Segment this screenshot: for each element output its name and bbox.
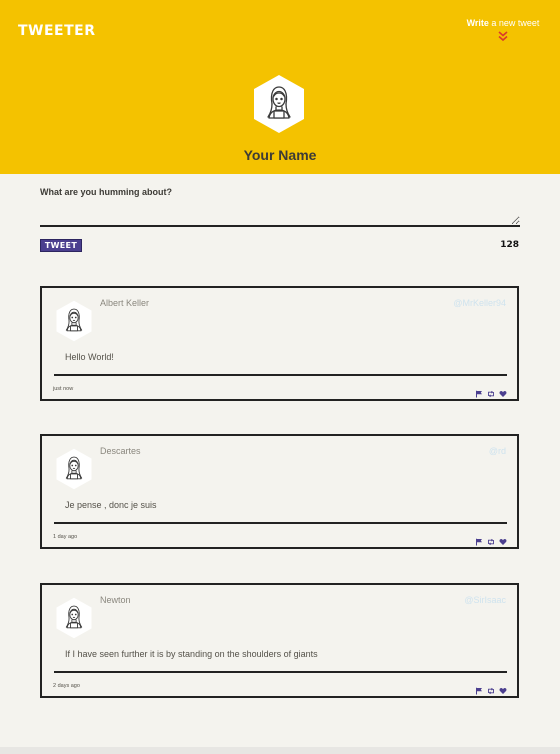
tweet-actions bbox=[475, 385, 507, 398]
heart-icon[interactable] bbox=[499, 682, 507, 694]
profile-header: TWEETER Write a new tweet Your Name bbox=[0, 0, 560, 174]
tweet-author-name: Descartes bbox=[100, 446, 141, 456]
tweet-card: Descartes @rd Je pense , donc je suis 1 … bbox=[40, 434, 519, 549]
tweet-card: Albert Keller @MrKeller94 Hello World! j… bbox=[40, 286, 519, 401]
page-bottom-edge bbox=[0, 747, 560, 754]
write-label-bold: Write bbox=[466, 18, 489, 28]
tweet-divider bbox=[54, 522, 507, 524]
tweet-author-handle: @rd bbox=[488, 446, 506, 456]
write-label-rest: a new tweet bbox=[488, 18, 540, 28]
tweet-card: Newton @SirIsaac If I have seen further … bbox=[40, 583, 519, 698]
tweet-avatar bbox=[55, 300, 93, 342]
flag-icon[interactable] bbox=[475, 533, 483, 546]
tweet-author-name: Newton bbox=[100, 595, 131, 605]
tweet-text: Je pense , donc je suis bbox=[65, 500, 157, 510]
tweet-timestamp: 1 day ago bbox=[53, 534, 78, 540]
tweet-author-handle: @SirIsaac bbox=[464, 595, 506, 605]
tweet-timestamp: just now bbox=[53, 386, 74, 392]
tweet-divider bbox=[54, 671, 507, 673]
double-chevron-down-icon[interactable] bbox=[497, 30, 509, 42]
retweet-icon[interactable] bbox=[487, 385, 495, 398]
tweet-avatar bbox=[55, 448, 93, 490]
retweet-icon[interactable] bbox=[487, 533, 495, 546]
retweet-icon[interactable] bbox=[487, 682, 495, 695]
heart-icon[interactable] bbox=[499, 533, 507, 545]
user-avatar bbox=[252, 74, 306, 134]
tweet-author-name: Albert Keller bbox=[100, 298, 150, 308]
tweet-text: If I have seen further it is by standing… bbox=[65, 649, 318, 659]
tweet-actions bbox=[475, 682, 507, 695]
tweet-textarea[interactable] bbox=[40, 201, 520, 227]
tweet-author-handle: @MrKeller94 bbox=[453, 298, 506, 308]
tweet-divider bbox=[54, 374, 507, 376]
user-name: Your Name bbox=[243, 147, 317, 163]
tweet-timestamp: 2 days ago bbox=[53, 683, 80, 689]
flag-icon[interactable] bbox=[475, 385, 483, 398]
tweet-button[interactable]: TWEET bbox=[40, 239, 82, 252]
character-counter: 128 bbox=[500, 240, 519, 250]
heart-icon[interactable] bbox=[499, 385, 507, 397]
tweet-text: Hello World! bbox=[65, 352, 114, 362]
compose-label: What are you humming about? bbox=[40, 187, 172, 197]
write-new-tweet-toggle[interactable]: Write a new tweet bbox=[460, 18, 546, 42]
flag-icon[interactable] bbox=[475, 682, 483, 695]
tweet-avatar bbox=[55, 597, 93, 639]
tweet-actions bbox=[475, 533, 507, 546]
app-logo[interactable]: TWEETER bbox=[18, 23, 96, 39]
